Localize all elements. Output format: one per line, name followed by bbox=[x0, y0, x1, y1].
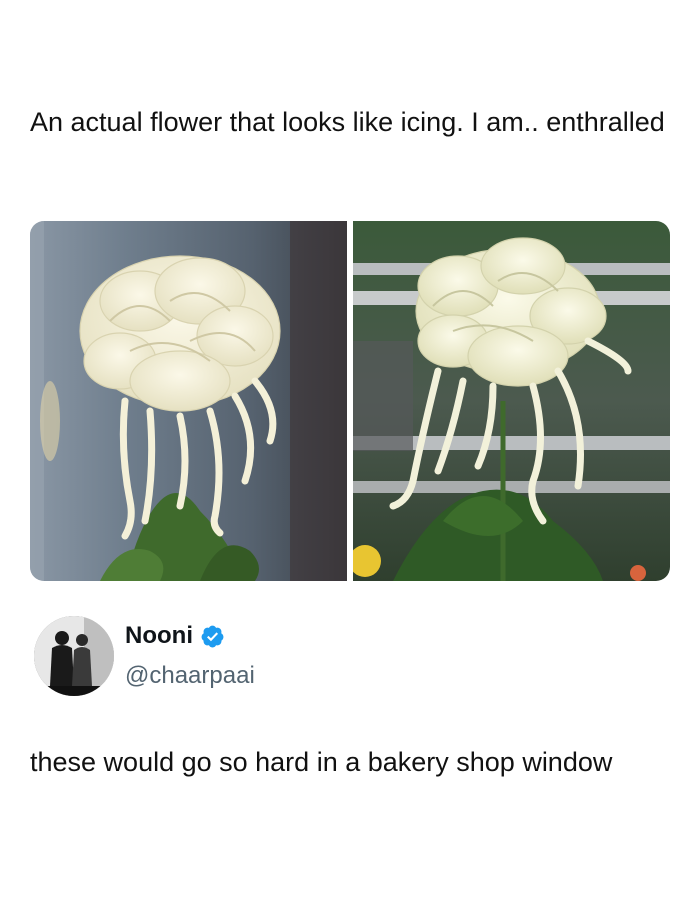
flower-image-right bbox=[353, 221, 670, 581]
photo-grid bbox=[30, 221, 670, 581]
avatar[interactable] bbox=[34, 616, 114, 696]
flower-photo-left[interactable] bbox=[30, 221, 347, 581]
flower-photo-right[interactable] bbox=[353, 221, 670, 581]
tweet-author: Nooni @chaarpaai bbox=[34, 616, 674, 700]
user-handle[interactable]: @chaarpaai bbox=[125, 662, 255, 690]
display-name[interactable]: Nooni bbox=[125, 622, 193, 650]
post-caption: An actual flower that looks like icing. … bbox=[30, 107, 665, 137]
tweet-text: these would go so hard in a bakery shop … bbox=[30, 747, 613, 777]
flower-image-left bbox=[30, 221, 347, 581]
avatar-image bbox=[34, 616, 114, 696]
verified-badge-icon bbox=[200, 624, 225, 649]
